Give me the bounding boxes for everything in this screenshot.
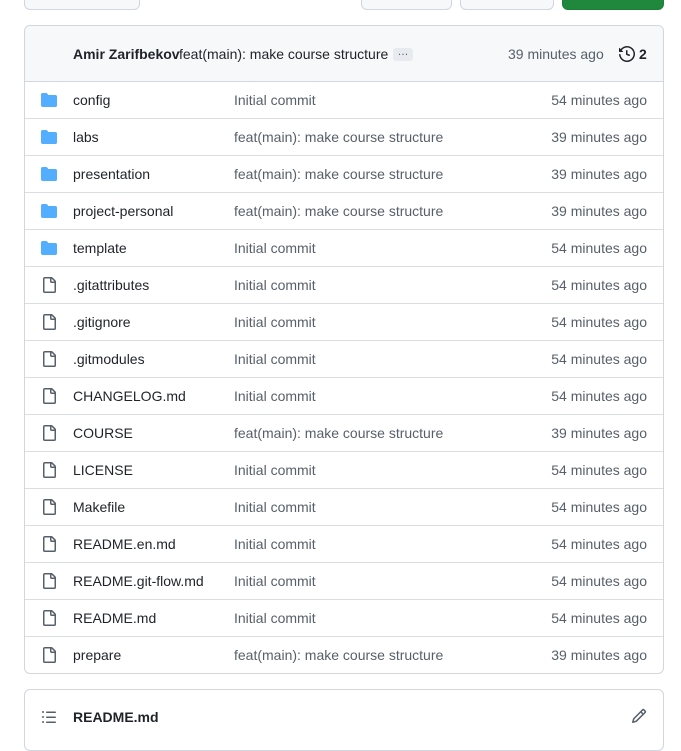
file-commit-time: 54 minutes ago — [551, 388, 647, 404]
file-commit-time: 39 minutes ago — [551, 166, 647, 182]
file-row[interactable]: COURSE feat(main): make course structure 3… — [25, 415, 663, 452]
file-commit-time: 54 minutes ago — [551, 462, 647, 478]
file-commit-message[interactable]: Initial commit — [234, 388, 316, 404]
file-icon — [43, 314, 56, 330]
file-icon — [43, 388, 56, 404]
file-row[interactable]: project-personal feat(main): make course … — [25, 193, 663, 230]
file-commit-message[interactable]: feat(main): make course structure — [234, 425, 443, 441]
file-row[interactable]: README.git-flow.md Initial commit 54 minut… — [25, 563, 663, 600]
file-row[interactable]: .gitignore Initial commit 54 minutes ago — [25, 304, 663, 341]
readme-panel: README.md — [24, 689, 664, 751]
file-name[interactable]: .gitattributes — [73, 277, 149, 293]
file-row[interactable]: .gitattributes Initial commit 54 minutes a… — [25, 267, 663, 304]
file-icon — [43, 573, 56, 589]
file-row[interactable]: config Initial commit 54 minutes ago — [25, 82, 663, 119]
code-button[interactable] — [562, 0, 664, 10]
file-commit-message[interactable]: Initial commit — [234, 277, 316, 293]
readme-title[interactable]: README.md — [73, 709, 159, 725]
file-commit-message[interactable]: Initial commit — [234, 92, 316, 108]
file-name[interactable]: prepare — [73, 647, 121, 663]
file-commit-time: 39 minutes ago — [551, 647, 647, 663]
file-name[interactable]: Makefile — [73, 499, 125, 515]
file-row[interactable]: README.md Initial commit 54 minutes ago — [25, 600, 663, 637]
file-commit-message[interactable]: Initial commit — [234, 536, 316, 552]
file-list: config Initial commit 54 minutes ago labs fe… — [25, 82, 663, 673]
file-icon — [43, 277, 56, 293]
file-name[interactable]: LICENSE — [73, 462, 133, 478]
file-row[interactable]: LICENSE Initial commit 54 minutes ago — [25, 452, 663, 489]
file-row[interactable]: README.en.md Initial commit 54 minutes ago — [25, 526, 663, 563]
folder-icon — [41, 204, 57, 218]
file-row[interactable]: presentation feat(main): make course stru… — [25, 156, 663, 193]
file-commit-time: 54 minutes ago — [551, 499, 647, 515]
file-name[interactable]: README.git-flow.md — [73, 573, 204, 589]
file-commit-message[interactable]: Initial commit — [234, 573, 316, 589]
file-commit-message[interactable]: Initial commit — [234, 240, 316, 256]
file-browser: Amir Zarifbekov feat(main): make course … — [24, 25, 664, 674]
file-row[interactable]: Makefile Initial commit 54 minutes ago — [25, 489, 663, 526]
file-commit-message[interactable]: Initial commit — [234, 610, 316, 626]
file-commit-message[interactable]: Initial commit — [234, 314, 316, 330]
file-commit-time: 39 minutes ago — [551, 203, 647, 219]
file-row[interactable]: template Initial commit 54 minutes ago — [25, 230, 663, 267]
file-commit-message[interactable]: Initial commit — [234, 499, 316, 515]
pencil-icon[interactable] — [631, 708, 647, 724]
file-commit-time: 39 minutes ago — [551, 425, 647, 441]
file-name[interactable]: labs — [73, 129, 99, 145]
file-row[interactable]: labs feat(main): make course structure 39 … — [25, 119, 663, 156]
file-commit-message[interactable]: feat(main): make course structure — [234, 647, 443, 663]
file-icon — [43, 536, 56, 552]
file-commit-message[interactable]: Initial commit — [234, 351, 316, 367]
file-name[interactable]: template — [73, 240, 127, 256]
commit-author[interactable]: Amir Zarifbekov — [73, 46, 180, 62]
file-name[interactable]: COURSE — [73, 425, 133, 441]
file-row[interactable]: prepare feat(main): make course structure… — [25, 637, 663, 673]
latest-commit-bar: Amir Zarifbekov feat(main): make course … — [25, 26, 663, 82]
file-name[interactable]: .gitignore — [73, 314, 131, 330]
file-name[interactable]: CHANGELOG.md — [73, 388, 186, 404]
file-commit-time: 54 minutes ago — [551, 92, 647, 108]
branch-button[interactable] — [24, 0, 140, 10]
file-commit-message[interactable]: Initial commit — [234, 462, 316, 478]
file-icon — [43, 499, 56, 515]
history-count: 2 — [639, 46, 647, 62]
list-icon[interactable] — [41, 709, 57, 725]
folder-icon — [41, 130, 57, 144]
file-commit-time: 54 minutes ago — [551, 277, 647, 293]
file-icon — [43, 462, 56, 478]
file-row[interactable]: CHANGELOG.md Initial commit 54 minutes ago — [25, 378, 663, 415]
file-icon — [43, 351, 56, 367]
folder-icon — [41, 167, 57, 181]
file-name[interactable]: README.en.md — [73, 536, 176, 552]
file-commit-message[interactable]: feat(main): make course structure — [234, 166, 443, 182]
go-to-file-button[interactable] — [361, 0, 452, 10]
folder-icon — [41, 93, 57, 107]
add-file-button[interactable] — [460, 0, 554, 10]
file-commit-message[interactable]: feat(main): make course structure — [234, 129, 443, 145]
file-commit-time: 54 minutes ago — [551, 351, 647, 367]
file-name[interactable]: README.md — [73, 610, 156, 626]
file-commit-message[interactable]: feat(main): make course structure — [234, 203, 443, 219]
file-icon — [43, 647, 56, 663]
commit-message[interactable]: feat(main): make course structure — [179, 46, 388, 62]
file-commit-time: 54 minutes ago — [551, 573, 647, 589]
file-commit-time: 54 minutes ago — [551, 536, 647, 552]
folder-icon — [41, 241, 57, 255]
file-row[interactable]: .gitmodules Initial commit 54 minutes ago — [25, 341, 663, 378]
file-commit-time: 54 minutes ago — [551, 314, 647, 330]
file-name[interactable]: .gitmodules — [73, 351, 145, 367]
file-icon — [43, 425, 56, 441]
file-name[interactable]: config — [73, 92, 110, 108]
commit-time[interactable]: 39 minutes ago — [508, 46, 604, 62]
history-icon — [619, 46, 635, 62]
file-commit-time: 54 minutes ago — [551, 240, 647, 256]
file-name[interactable]: project-personal — [73, 203, 173, 219]
expand-commit-button[interactable]: … — [393, 47, 413, 61]
file-name[interactable]: presentation — [73, 166, 150, 182]
history-link[interactable]: 2 — [619, 46, 647, 62]
file-icon — [43, 610, 56, 626]
file-commit-time: 54 minutes ago — [551, 610, 647, 626]
file-commit-time: 39 minutes ago — [551, 129, 647, 145]
